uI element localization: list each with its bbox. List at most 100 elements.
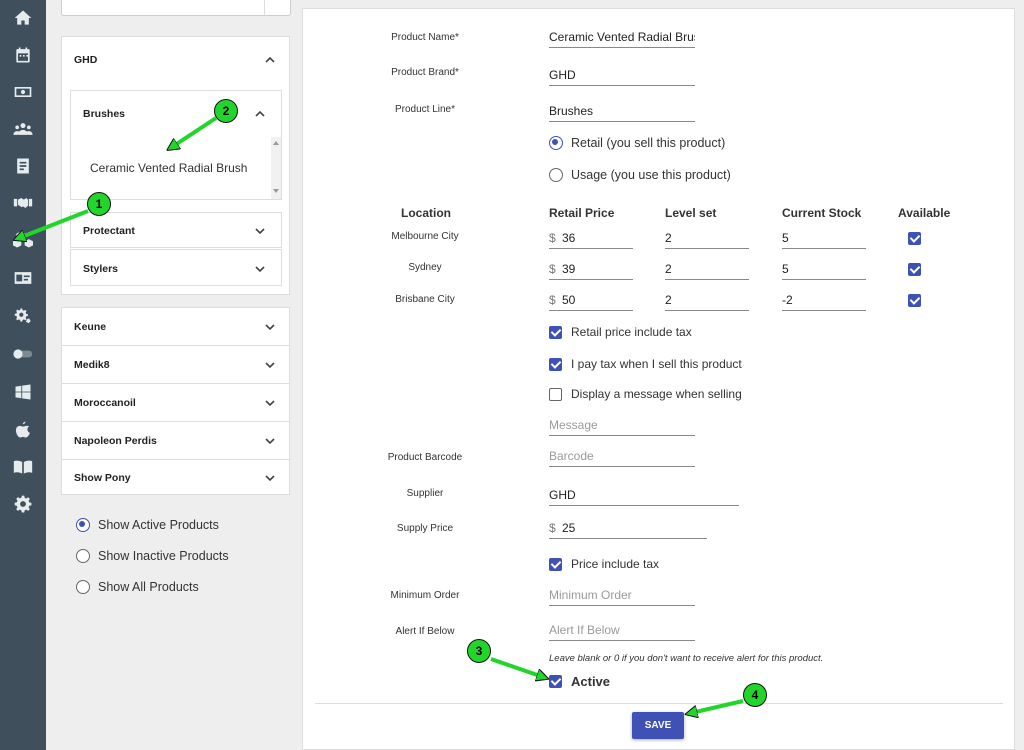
brand-card-ghd: GHD Brushes Ceramic Vented Radial Brush … — [61, 36, 290, 295]
level-set-input[interactable]: 2 — [665, 258, 749, 280]
products-icon[interactable] — [11, 228, 35, 252]
barcode-input[interactable]: Barcode — [549, 445, 695, 467]
current-stock-input[interactable]: 5 — [782, 258, 866, 280]
available-checkbox[interactable] — [908, 294, 930, 307]
currency-symbol: $ — [549, 231, 556, 245]
filter-show-inactive[interactable]: Show Inactive Products — [76, 549, 229, 563]
users-icon[interactable] — [11, 117, 35, 141]
checkbox-checked-icon[interactable] — [549, 675, 562, 688]
checkbox-icon[interactable] — [549, 387, 562, 401]
retail-price-input[interactable]: $36 — [549, 227, 633, 249]
line-header-brushes[interactable]: Brushes — [71, 91, 281, 137]
brand-header-show-pony[interactable]: Show Pony — [62, 460, 289, 496]
supply-price-value: 25 — [562, 521, 576, 535]
minimum-order-placeholder: Minimum Order — [549, 588, 632, 602]
available-checkbox[interactable] — [908, 232, 930, 245]
chevron-down-icon — [263, 358, 277, 372]
usage-option[interactable]: Usage (you use this product) — [549, 168, 731, 182]
message-placeholder: Message — [549, 418, 598, 432]
toggle-icon[interactable] — [11, 342, 35, 366]
id-card-icon[interactable] — [11, 266, 35, 290]
current-stock-input[interactable]: 5 — [782, 227, 866, 249]
level-set-value: 2 — [665, 262, 672, 276]
brand-header-keune[interactable]: Keune — [62, 308, 289, 345]
radio-icon[interactable] — [76, 549, 90, 563]
icon-rail — [0, 0, 46, 750]
brand-name-ghd: GHD — [74, 54, 98, 66]
callout-badge-4: 4 — [743, 683, 767, 707]
line-header-protectant[interactable]: Protectant — [71, 213, 281, 249]
handshake-icon[interactable] — [11, 191, 35, 215]
retail-price-input[interactable]: $50 — [549, 289, 633, 311]
product-brand-input[interactable]: GHD — [549, 64, 695, 86]
minimum-order-input[interactable]: Minimum Order — [549, 584, 695, 606]
available-checkbox[interactable] — [908, 263, 930, 276]
checkbox-checked-icon[interactable] — [908, 294, 921, 307]
filter-label: Show Inactive Products — [98, 549, 229, 563]
checkbox-checked-icon[interactable] — [549, 325, 562, 339]
brand-name: Show Pony — [74, 472, 131, 484]
search-box[interactable] — [61, 0, 291, 16]
supplier-select[interactable]: GHD — [549, 484, 739, 506]
line-card-stylers[interactable]: Stylers — [70, 249, 282, 286]
retail-price-value: 36 — [562, 231, 576, 245]
book-icon[interactable] — [11, 455, 35, 479]
radio-icon[interactable] — [76, 580, 90, 594]
current-stock-input[interactable]: -2 — [782, 289, 866, 311]
chevron-down-icon — [263, 471, 277, 485]
supply-price-input[interactable]: $25 — [549, 517, 707, 539]
calendar-icon[interactable] — [11, 43, 35, 67]
brand-header-ghd[interactable]: GHD — [62, 37, 289, 83]
alert-input[interactable]: Alert If Below — [549, 619, 695, 641]
gear-icon[interactable] — [11, 492, 35, 516]
message-input[interactable]: Message — [549, 414, 695, 436]
level-set-input[interactable]: 2 — [665, 289, 749, 311]
brand-header-moroccanoil[interactable]: Moroccanoil — [62, 384, 289, 421]
filter-show-active[interactable]: Show Active Products — [76, 518, 219, 532]
radio-selected-icon[interactable] — [76, 518, 90, 532]
current-stock-value: -2 — [782, 293, 793, 307]
scroll-down-icon[interactable] — [273, 189, 279, 193]
home-icon[interactable] — [11, 6, 35, 30]
scrollbar[interactable] — [271, 137, 281, 199]
display-message-checkbox[interactable]: Display a message when selling — [549, 387, 742, 401]
product-line-input[interactable]: Brushes — [549, 100, 695, 122]
radio-selected-icon[interactable] — [549, 136, 563, 150]
active-checkbox[interactable]: Active — [549, 674, 610, 689]
chevron-down-icon — [263, 396, 277, 410]
retail-option[interactable]: Retail (you sell this product) — [549, 136, 725, 150]
pay-tax-checkbox[interactable]: I pay tax when I sell this product — [549, 357, 742, 371]
chevron-down-icon — [253, 224, 267, 238]
cash-icon[interactable] — [11, 80, 35, 104]
checkbox-checked-icon[interactable] — [908, 232, 921, 245]
level-set-input[interactable]: 2 — [665, 227, 749, 249]
line-header-stylers[interactable]: Stylers — [71, 250, 281, 287]
settings-icon[interactable] — [11, 304, 35, 328]
usage-option-label: Usage (you use this product) — [571, 168, 731, 182]
apple-icon[interactable] — [11, 418, 35, 442]
product-name-value: Ceramic Vented Radial Brush — [549, 30, 695, 44]
price-include-tax-checkbox[interactable]: Price include tax — [549, 557, 659, 571]
save-button[interactable]: SAVE — [632, 712, 684, 739]
scroll-up-icon[interactable] — [273, 141, 279, 145]
retail-tax-checkbox[interactable]: Retail price include tax — [549, 325, 692, 339]
brand-header-napoleon-perdis[interactable]: Napoleon Perdis — [62, 422, 289, 459]
windows-icon[interactable] — [11, 380, 35, 404]
product-item-ceramic-vented-radial-brush[interactable]: Ceramic Vented Radial Brush — [90, 161, 247, 175]
price-include-tax-label: Price include tax — [571, 557, 660, 571]
checkbox-checked-icon[interactable] — [549, 357, 562, 371]
checkbox-checked-icon[interactable] — [549, 557, 562, 571]
product-name-input[interactable]: Ceramic Vented Radial Brush — [549, 26, 695, 48]
active-label: Active — [571, 674, 611, 689]
brand-name: Keune — [74, 320, 107, 333]
retail-tax-label: Retail price include tax — [571, 325, 692, 339]
ledger-icon[interactable] — [11, 154, 35, 178]
filter-show-all[interactable]: Show All Products — [76, 580, 199, 594]
product-browser: GHD Brushes Ceramic Vented Radial Brush … — [46, 0, 302, 750]
currency-symbol: $ — [549, 262, 556, 276]
retail-price-input[interactable]: $39 — [549, 258, 633, 280]
brand-header-medik8[interactable]: Medik8 — [62, 346, 289, 383]
radio-icon[interactable] — [549, 168, 563, 182]
checkbox-checked-icon[interactable] — [908, 263, 921, 276]
line-card-protectant[interactable]: Protectant — [70, 212, 282, 248]
